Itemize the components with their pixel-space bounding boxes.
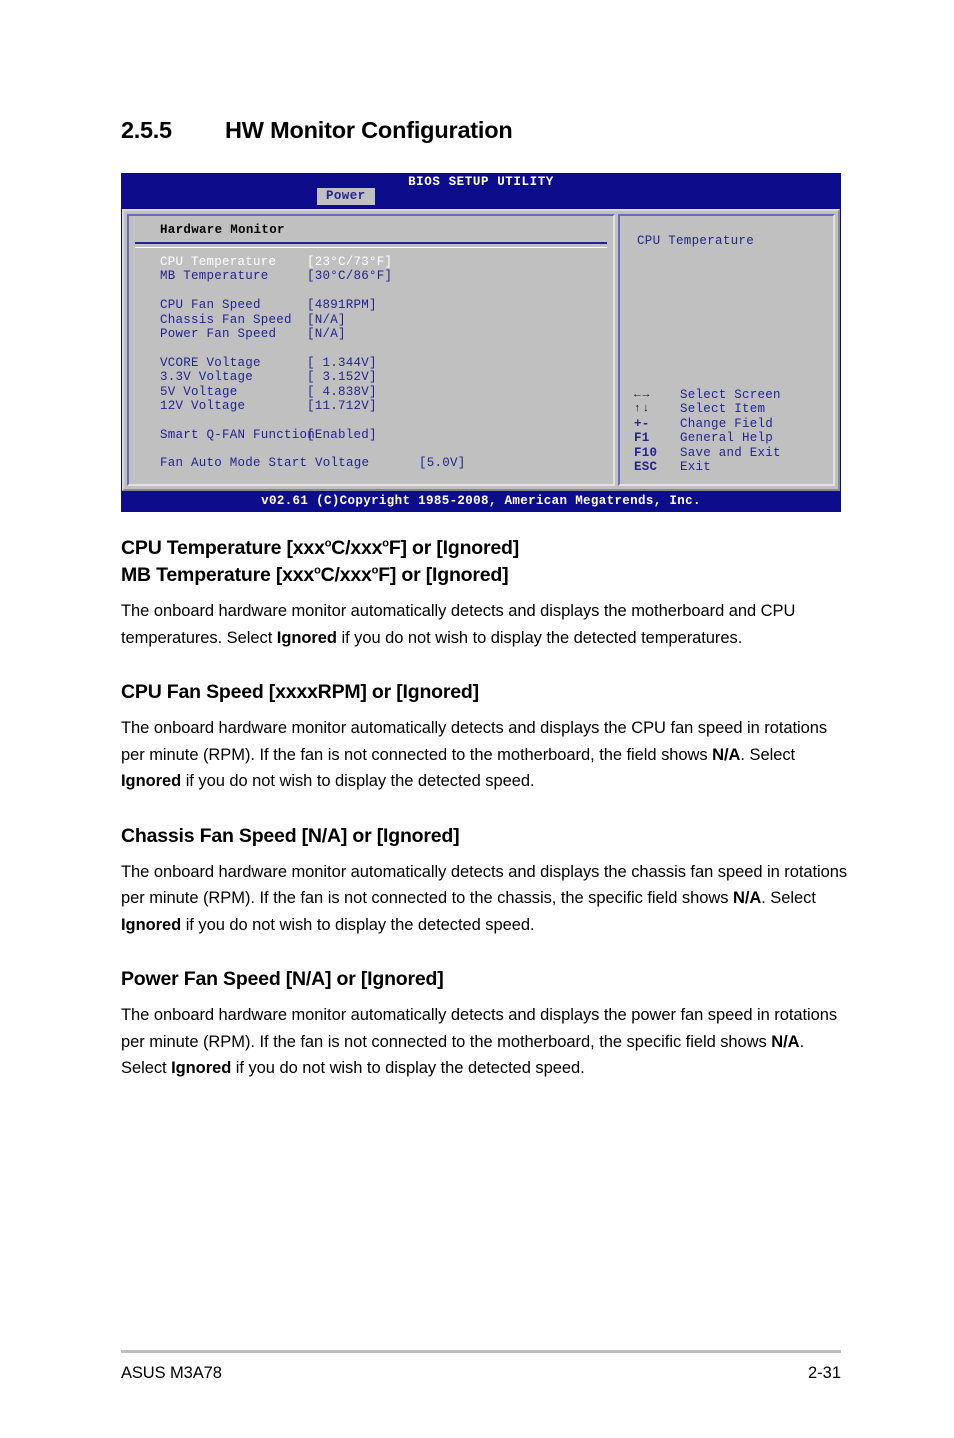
bios-row-spacer: [129, 284, 613, 298]
subsection-heading: Chassis Fan Speed [N/A] or [Ignored]: [121, 824, 460, 847]
bios-row[interactable]: Power Fan Speed [N/A]: [129, 327, 613, 341]
bios-key-row: F1 General Help: [634, 431, 781, 445]
bios-key-row: ↑↓ Select Item: [634, 402, 781, 416]
bios-row-label: 12V Voltage: [160, 398, 246, 413]
bios-key-description: Change Field: [680, 416, 774, 431]
bios-row[interactable]: Smart Q-FAN Function [Enabled]: [129, 428, 613, 442]
paragraph: The onboard hardware monitor automatical…: [121, 602, 796, 647]
bios-row[interactable]: 12V Voltage [11.712V]: [129, 399, 613, 413]
paragraph: The onboard hardware monitor automatical…: [121, 719, 828, 790]
bios-copyright-footer: v02.61 (C)Copyright 1985-2008, American …: [121, 491, 841, 512]
bios-row[interactable]: MB Temperature [30°C/86°F]: [129, 269, 613, 283]
content-block: Power Fan Speed [N/A] or [Ignored] The on…: [121, 966, 849, 1082]
bios-row-value[interactable]: [ 1.344V]: [307, 356, 377, 370]
section-number: 2.5.5: [121, 117, 172, 143]
bios-row-value[interactable]: [30°C/86°F]: [307, 269, 392, 283]
bios-row[interactable]: 3.3V Voltage [ 3.152V]: [129, 370, 613, 384]
bios-settings-list: CPU Temperature [23°C/73°F] MB Temperature…: [129, 255, 613, 486]
bios-row-spacer: [129, 471, 613, 484]
subsection-heading: MB Temperature [xxxoC/xxxoF] or [Ignored…: [121, 564, 509, 586]
bios-row-label: Chassis Fan Speed: [160, 312, 292, 327]
bios-titlebar: BIOS SETUP UTILITY Power: [121, 173, 841, 209]
paragraph: The onboard hardware monitor automatical…: [121, 862, 848, 934]
hardware-monitor-title: Hardware Monitor: [160, 223, 285, 237]
left-right-arrow-icon: ←→: [634, 389, 652, 401]
bios-row-label: CPU Fan Speed: [160, 298, 261, 313]
bios-row-label: Power Fan Speed: [160, 326, 277, 341]
bios-key-legend: ←→ Select Screen ↑↓ Select Item +- Change Fie…: [634, 388, 781, 474]
bios-row-value[interactable]: [ 3.152V]: [307, 370, 377, 384]
bios-row-spacer: [129, 341, 613, 355]
paragraph: The onboard hardware monitor automatical…: [121, 1006, 838, 1077]
tab-power[interactable]: Power: [317, 188, 375, 205]
bios-row-value[interactable]: [Enabled]: [307, 428, 377, 442]
panel-divider: [135, 242, 607, 248]
subsection-heading: CPU Fan Speed [xxxxRPM] or [Ignored]: [121, 681, 479, 703]
page-title: HW Monitor Configuration: [225, 117, 513, 143]
up-down-arrow-icon: ↑↓: [634, 403, 652, 416]
bios-row-label: 5V Voltage: [160, 384, 238, 399]
footer-page-number: 2-31: [807, 1364, 841, 1382]
bios-row-value[interactable]: [N/A]: [307, 313, 346, 327]
bios-row-label: Smart Q-FAN Function: [160, 427, 316, 442]
bios-help-panel: CPU Temperature ←→ Select Screen ↑↓ Select …: [618, 214, 835, 486]
bios-key-label: ESC: [634, 459, 658, 474]
bios-body: Hardware Monitor CPU Temperature [23°C/73…: [122, 209, 840, 491]
bios-key-label: +-: [634, 416, 650, 431]
hardware-monitor-panel: Hardware Monitor CPU Temperature [23°C/73…: [127, 214, 615, 486]
bios-row-label: MB Temperature: [160, 269, 269, 284]
content-block: CPU Fan Speed [xxxxRPM] or [Ignored] The …: [121, 679, 849, 795]
content-block: CPU Temperature [xxxoC/xxxoF] or [Ignore…: [121, 535, 849, 651]
footer-divider: [121, 1350, 841, 1353]
bios-row-value[interactable]: [N/A]: [307, 327, 346, 341]
bios-key-description: Select Item: [680, 402, 766, 417]
bios-key-description: Select Screen: [680, 388, 781, 402]
bios-row[interactable]: Chassis Fan Speed [N/A]: [129, 313, 613, 327]
subsection-heading: Power Fan Speed [N/A] or [Ignored]: [121, 968, 444, 990]
bios-row[interactable]: Fan Auto Mode Start Speed Temp [25°C]: [129, 485, 613, 486]
bios-key-row: F10 Save and Exit: [634, 446, 781, 460]
bios-key-description: Exit: [680, 459, 712, 474]
footer-product-name: ASUS M3A78: [121, 1364, 222, 1382]
bios-key-row: ESC Exit: [634, 460, 781, 474]
bios-setup-window: BIOS SETUP UTILITY Power Hardware Monito…: [121, 173, 841, 512]
bios-row[interactable]: CPU Fan Speed [4891RPM]: [129, 298, 613, 312]
bios-row[interactable]: CPU Temperature [23°C/73°F]: [129, 255, 613, 269]
bios-row[interactable]: VCORE Voltage [ 1.344V]: [129, 356, 613, 370]
bios-row[interactable]: 5V Voltage [ 4.838V]: [129, 385, 613, 399]
bios-key-label: F1: [634, 431, 650, 446]
bios-row-spacer: [129, 442, 613, 456]
bios-row-value[interactable]: [11.712V]: [307, 399, 377, 413]
bios-key-description: General Help: [680, 431, 774, 446]
section-heading: 2.5.5 HW Monitor Configuration: [121, 117, 841, 144]
bios-key-row: +- Change Field: [634, 417, 781, 431]
bios-row-label: 3.3V Voltage: [160, 370, 254, 385]
bios-key-row: ←→ Select Screen: [634, 388, 781, 402]
body-content: CPU Temperature [xxxoC/xxxoF] or [Ignore…: [121, 535, 849, 1082]
bios-row-value[interactable]: [25°C]: [419, 485, 466, 486]
subsection-heading: CPU Temperature [xxxoC/xxxoF] or [Ignore…: [121, 537, 520, 559]
bios-row-label: VCORE Voltage: [160, 355, 261, 370]
bios-row-label: Fan Auto Mode Start Voltage: [160, 456, 370, 471]
bios-row-value[interactable]: [5.0V]: [419, 456, 466, 470]
bios-row-value[interactable]: [23°C/73°F]: [307, 255, 392, 269]
content-block: Chassis Fan Speed [N/A] or [Ignored] The …: [121, 823, 849, 939]
bios-utility-title: BIOS SETUP UTILITY: [408, 175, 554, 189]
help-panel-title: CPU Temperature: [637, 234, 755, 248]
bios-key-label: F10: [634, 445, 658, 460]
bios-row-value[interactable]: [4891RPM]: [307, 298, 377, 312]
bios-row-spacer: [129, 413, 613, 427]
bios-row-value[interactable]: [ 4.838V]: [307, 385, 377, 399]
bios-row-label: Fan Auto Mode Start Speed Temp: [129, 485, 393, 486]
bios-row[interactable]: Fan Auto Mode Start Voltage [5.0V]: [129, 456, 613, 470]
bios-row-label: CPU Temperature: [160, 255, 277, 269]
bios-key-description: Save and Exit: [680, 445, 781, 460]
